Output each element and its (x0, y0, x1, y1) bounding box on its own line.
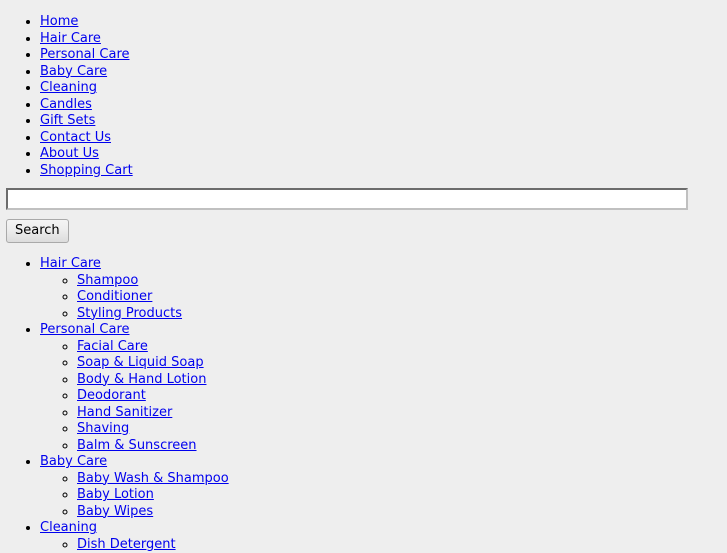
list-item: Hair Care Shampoo Conditioner Styling Pr… (40, 256, 727, 322)
nav-link-cleaning[interactable]: Cleaning (40, 80, 97, 95)
list-item: Conditioner (77, 289, 727, 306)
subcategory-link-shaving[interactable]: Shaving (77, 421, 129, 436)
list-item: Balm & Sunscreen (77, 438, 727, 455)
nav-link-gift-sets[interactable]: Gift Sets (40, 113, 95, 128)
subcategory-link-dish-detergent[interactable]: Dish Detergent (77, 537, 176, 552)
nav-link-hair-care[interactable]: Hair Care (40, 31, 101, 46)
list-item: Baby Lotion (77, 487, 727, 504)
list-item: Contact Us (40, 130, 727, 147)
nav-link-home[interactable]: Home (40, 14, 78, 29)
subcategory-link-soap-liquid-soap[interactable]: Soap & Liquid Soap (77, 355, 204, 370)
nav-link-contact-us[interactable]: Contact Us (40, 130, 111, 145)
subcategory-list-baby-care: Baby Wash & Shampoo Baby Lotion Baby Wip… (40, 471, 727, 521)
nav-link-candles[interactable]: Candles (40, 97, 92, 112)
main-navigation: Home Hair Care Personal Care Baby Care C… (0, 0, 727, 179)
search-button[interactable]: Search (6, 219, 69, 243)
subcategory-link-hand-sanitizer[interactable]: Hand Sanitizer (77, 405, 172, 420)
list-item: Baby Care (40, 64, 727, 81)
subcategory-link-body-hand-lotion[interactable]: Body & Hand Lotion (77, 372, 206, 387)
category-link-hair-care[interactable]: Hair Care (40, 256, 101, 271)
search-input[interactable] (6, 188, 688, 210)
nav-link-about-us[interactable]: About Us (40, 146, 99, 161)
subcategory-list-personal-care: Facial Care Soap & Liquid Soap Body & Ha… (40, 339, 727, 455)
list-item: Facial Care (77, 339, 727, 356)
category-navigation: Hair Care Shampoo Conditioner Styling Pr… (0, 243, 727, 553)
list-item: Shampoo (77, 273, 727, 290)
subcategory-link-baby-lotion[interactable]: Baby Lotion (77, 487, 154, 502)
list-item: Deodorant (77, 388, 727, 405)
list-item: Cleaning Dish Detergent (40, 520, 727, 553)
list-item: Personal Care (40, 47, 727, 64)
list-item: About Us (40, 146, 727, 163)
subcategory-link-baby-wash-shampoo[interactable]: Baby Wash & Shampoo (77, 471, 229, 486)
list-item: Hand Sanitizer (77, 405, 727, 422)
nav-link-personal-care[interactable]: Personal Care (40, 47, 130, 62)
list-item: Soap & Liquid Soap (77, 355, 727, 372)
category-link-cleaning[interactable]: Cleaning (40, 520, 97, 535)
list-item: Baby Wipes (77, 504, 727, 521)
subcategory-link-styling-products[interactable]: Styling Products (77, 306, 182, 321)
category-link-personal-care[interactable]: Personal Care (40, 322, 130, 337)
search-form: Search (0, 179, 727, 243)
list-item: Styling Products (77, 306, 727, 323)
list-item: Body & Hand Lotion (77, 372, 727, 389)
list-item: Gift Sets (40, 113, 727, 130)
list-item: Baby Care Baby Wash & Shampoo Baby Lotio… (40, 454, 727, 520)
list-item: Cleaning (40, 80, 727, 97)
list-item: Hair Care (40, 31, 727, 48)
list-item: Personal Care Facial Care Soap & Liquid … (40, 322, 727, 454)
list-item: Shaving (77, 421, 727, 438)
nav-link-baby-care[interactable]: Baby Care (40, 64, 107, 79)
subcategory-link-conditioner[interactable]: Conditioner (77, 289, 152, 304)
list-item: Shopping Cart (40, 163, 727, 180)
nav-link-shopping-cart[interactable]: Shopping Cart (40, 163, 133, 178)
category-link-baby-care[interactable]: Baby Care (40, 454, 107, 469)
list-item: Candles (40, 97, 727, 114)
subcategory-link-shampoo[interactable]: Shampoo (77, 273, 138, 288)
list-item: Baby Wash & Shampoo (77, 471, 727, 488)
subcategory-list-hair-care: Shampoo Conditioner Styling Products (40, 273, 727, 323)
subcategory-link-baby-wipes[interactable]: Baby Wipes (77, 504, 153, 519)
list-item: Home (40, 14, 727, 31)
subcategory-link-deodorant[interactable]: Deodorant (77, 388, 146, 403)
subcategory-link-facial-care[interactable]: Facial Care (77, 339, 148, 354)
subcategory-link-balm-sunscreen[interactable]: Balm & Sunscreen (77, 438, 197, 453)
